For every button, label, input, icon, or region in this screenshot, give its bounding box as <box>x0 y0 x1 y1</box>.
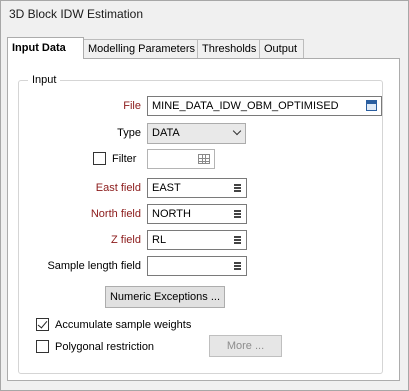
tab-input-data[interactable]: Input Data <box>7 37 84 59</box>
input-group-label: Input <box>28 74 61 86</box>
list-icon[interactable] <box>234 184 241 192</box>
east-field-value: EAST <box>152 182 181 194</box>
tab-modelling-parameters[interactable]: Modelling Parameters <box>83 39 198 58</box>
z-field-input[interactable]: RL <box>147 230 247 250</box>
file-value: MINE_DATA_IDW_OBM_OPTIMISED <box>152 100 339 112</box>
type-label: Type <box>117 127 141 139</box>
accumulate-sample-weights-checkbox[interactable] <box>36 318 49 331</box>
accumulate-sample-weights-label: Accumulate sample weights <box>55 319 192 331</box>
chevron-down-icon <box>232 126 242 136</box>
list-icon[interactable] <box>234 262 241 270</box>
north-field-value: NORTH <box>152 208 191 220</box>
list-icon[interactable] <box>234 236 241 244</box>
polygonal-restriction-label: Polygonal restriction <box>55 341 155 353</box>
z-field-value: RL <box>152 234 167 246</box>
browse-file-icon[interactable] <box>366 100 377 111</box>
more-button[interactable]: More ... <box>209 335 282 357</box>
sample-length-field-input[interactable] <box>147 256 247 276</box>
filter-input[interactable] <box>147 149 215 169</box>
north-field-label: North field <box>90 208 141 220</box>
z-field-label: Z field <box>111 234 141 246</box>
type-value: DATA <box>152 127 180 139</box>
list-icon[interactable] <box>234 210 241 218</box>
filter-grid-icon[interactable] <box>198 154 210 164</box>
polygonal-restriction-checkbox[interactable] <box>36 340 49 353</box>
file-input[interactable]: MINE_DATA_IDW_OBM_OPTIMISED <box>147 96 382 116</box>
tab-output[interactable]: Output <box>259 39 304 58</box>
filter-checkbox[interactable] <box>93 152 106 165</box>
filter-label: Filter <box>112 153 137 165</box>
north-field-input[interactable]: NORTH <box>147 204 247 224</box>
sample-length-field-label: Sample length field <box>47 260 141 272</box>
numeric-exceptions-button[interactable]: Numeric Exceptions ... <box>105 286 225 308</box>
east-field-input[interactable]: EAST <box>147 178 247 198</box>
type-select[interactable]: DATA <box>147 123 246 144</box>
window-title: 3D Block IDW Estimation <box>9 7 144 21</box>
east-field-label: East field <box>95 182 141 194</box>
tab-thresholds[interactable]: Thresholds <box>197 39 260 58</box>
file-label: File <box>123 100 141 112</box>
